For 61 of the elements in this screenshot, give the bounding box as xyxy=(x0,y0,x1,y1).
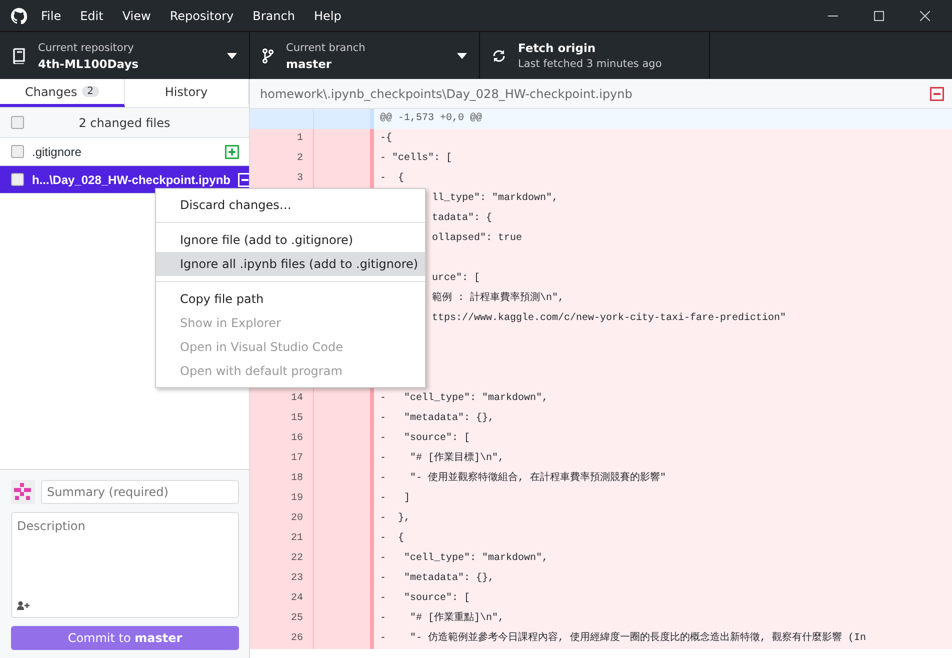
gutter-cell xyxy=(314,389,374,409)
checkbox[interactable] xyxy=(11,145,24,158)
repository-name: 4th-ML100Days xyxy=(38,56,140,72)
gutter-cell xyxy=(314,129,374,149)
count-badge: 2 xyxy=(82,86,99,97)
identicon-icon xyxy=(11,480,35,504)
line-number: 2 xyxy=(250,149,314,169)
file-name: h...\Day_028_HW-checkpoint.ipynb xyxy=(32,172,230,186)
line-number: 14 xyxy=(250,389,314,409)
gutter-cell xyxy=(314,629,374,649)
menu-item[interactable]: View xyxy=(122,8,151,22)
menu-item[interactable]: Branch xyxy=(252,8,295,22)
changed-files-count: 2 changed files xyxy=(78,116,172,130)
file-row[interactable]: h...\Day_028_HW-checkpoint.ipynb xyxy=(0,166,249,194)
minus-icon xyxy=(930,86,944,100)
branch-icon xyxy=(262,48,274,64)
sync-icon xyxy=(492,48,506,62)
line-number: 25 xyxy=(250,609,314,629)
line-number: 24 xyxy=(250,589,314,609)
menu-item[interactable]: Repository xyxy=(170,8,234,22)
file-path: homework\.ipynb_checkpoints\Day_028_HW-checkpoint.ipynb xyxy=(260,86,634,100)
logo-icon xyxy=(11,8,27,24)
line-number: 20 xyxy=(250,509,314,529)
repository-selector[interactable]: Current repository 4th-ML100Days xyxy=(0,32,250,79)
caret-icon xyxy=(457,52,467,58)
menu-item[interactable]: Help xyxy=(314,8,342,22)
line-number: 18 xyxy=(250,469,314,489)
repository-label: Current repository xyxy=(38,40,135,56)
hunk-header: @@ -1,573 +0,0 @@ xyxy=(374,109,952,129)
menu-item[interactable]: File xyxy=(41,8,62,22)
checkbox[interactable] xyxy=(11,116,24,129)
gutter-cell xyxy=(314,169,374,189)
menu-item[interactable]: Edit xyxy=(80,8,104,22)
line-number: 23 xyxy=(250,569,314,589)
line-number: 26 xyxy=(250,629,314,649)
line-number: 3 xyxy=(250,169,314,189)
checkbox[interactable] xyxy=(11,173,24,186)
line-number: 1 xyxy=(250,129,314,149)
caret-icon xyxy=(227,52,237,58)
line-number: 19 xyxy=(250,489,314,509)
close-icon[interactable] xyxy=(920,10,930,20)
book-icon xyxy=(12,48,26,64)
maximize-icon[interactable] xyxy=(874,10,884,20)
line-number: 21 xyxy=(250,529,314,549)
fetch-subtitle: Last fetched 3 minutes ago xyxy=(518,56,663,72)
branch-name: master xyxy=(286,56,333,72)
tab-label: Changes xyxy=(24,84,78,98)
gutter-cell xyxy=(250,109,314,129)
line-number: 16 xyxy=(250,429,314,449)
file-name: .gitignore xyxy=(32,144,82,158)
menu-item[interactable]: Ignore all .ipynb files (add to .gitignore) xyxy=(156,252,425,276)
line-number: 22 xyxy=(250,549,314,569)
line-number: 15 xyxy=(250,409,314,429)
branch-label: Current branch xyxy=(286,40,366,56)
line-number: 17 xyxy=(250,449,314,469)
gutter-cell xyxy=(314,109,374,129)
tab[interactable]: History xyxy=(124,79,249,107)
add-person-icon[interactable] xyxy=(17,601,30,610)
plus-icon xyxy=(225,144,239,158)
tab-label: History xyxy=(164,84,208,98)
fetch-title: Fetch origin xyxy=(518,40,597,56)
